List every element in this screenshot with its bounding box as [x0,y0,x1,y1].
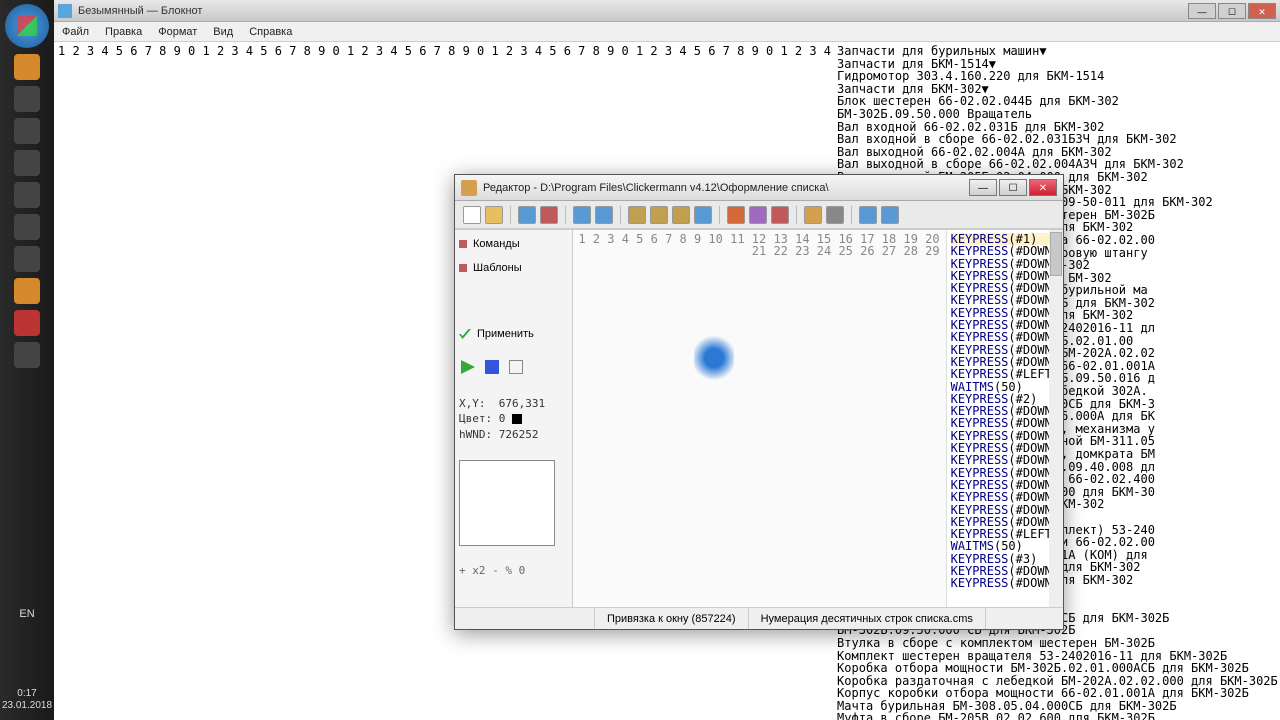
taskbar-icon[interactable] [14,310,40,336]
taskbar-icon[interactable] [14,214,40,240]
notepad-icon [58,4,72,18]
goto-button[interactable] [727,206,745,224]
clickermann-sidebar: Команды Шаблоны Применить X,Y: 676,331 Ц… [455,230,573,607]
close-button[interactable]: ✕ [1248,3,1276,19]
pin-button[interactable] [804,206,822,224]
taskbar-icon[interactable] [14,54,40,80]
clear-button[interactable] [771,206,789,224]
help-button[interactable] [881,206,899,224]
undo-button[interactable] [573,206,591,224]
copy-button[interactable] [650,206,668,224]
new-button[interactable] [463,206,481,224]
bullet-icon [459,264,467,272]
script-content[interactable]: KEYPRESS(#1) KEYPRESS(#DOWN) KEYPRESS(#D… [947,230,1063,607]
open-button[interactable] [485,206,503,224]
maximize-button[interactable]: ☐ [999,179,1027,196]
clickermann-editor-window: Редактор - D:\Program Files\Clickermann … [454,174,1064,630]
clickermann-icon [461,180,477,196]
menu-Правка[interactable]: Правка [105,26,142,38]
saveall-button[interactable] [540,206,558,224]
start-button[interactable] [5,4,49,48]
status-filename: Нумерация десятичных строк списка.cms [749,608,986,629]
clickermann-title: Редактор - D:\Program Files\Clickermann … [483,182,967,194]
templates-item[interactable]: Шаблоны [459,262,568,274]
cut-button[interactable] [628,206,646,224]
clickermann-statusbar: Привязка к окну (857224) Нумерация десят… [455,607,1063,629]
menu-Справка[interactable]: Справка [249,26,292,38]
save-button[interactable] [518,206,536,224]
script-line-numbers: 1 2 3 4 5 6 7 8 9 10 11 12 13 14 15 16 1… [573,230,947,607]
clickermann-toolbar [455,201,1063,229]
windows-taskbar: EN 0:17 23.01.2018 [0,0,54,720]
find-button[interactable] [694,206,712,224]
scrollbar-thumb[interactable] [1050,232,1062,276]
taskbar-icon[interactable] [14,246,40,272]
apply-button[interactable]: Применить [459,328,568,340]
redo-button[interactable] [595,206,613,224]
menu-Вид[interactable]: Вид [213,26,233,38]
play-button[interactable] [461,360,475,374]
taskbar-icon[interactable] [14,150,40,176]
pixel-preview [459,460,555,546]
bookmark-button[interactable] [749,206,767,224]
script-editor[interactable]: 1 2 3 4 5 6 7 8 9 10 11 12 13 14 15 16 1… [573,230,1063,607]
paste-button[interactable] [672,206,690,224]
commands-item[interactable]: Команды [459,238,568,250]
notepad-titlebar[interactable]: Безымянный — Блокнот — ☐ ✕ [54,0,1280,22]
minimize-button[interactable]: — [969,179,997,196]
clickermann-titlebar[interactable]: Редактор - D:\Program Files\Clickermann … [455,175,1063,201]
taskbar-icon[interactable] [14,278,40,304]
bullet-icon [459,240,467,248]
stop-button[interactable] [485,360,499,374]
check-icon [459,329,471,339]
minimize-button[interactable]: — [1188,3,1216,19]
zoom-controls[interactable]: + x2 - % 0 [459,564,568,577]
cursor-info: X,Y: 676,331 Цвет: 0 hWND: 726252 [459,396,568,442]
taskbar-icon[interactable] [14,342,40,368]
maximize-button[interactable]: ☐ [1218,3,1246,19]
scrollbar[interactable] [1049,230,1063,607]
notepad-menubar: Файл Правка Формат Вид Справка [54,22,1280,42]
record-button[interactable] [509,360,523,374]
taskbar-icon[interactable] [14,182,40,208]
eye-button[interactable] [859,206,877,224]
menu-Формат[interactable]: Формат [158,26,197,38]
lock-button[interactable] [826,206,844,224]
taskbar-icon[interactable] [14,86,40,112]
menu-Файл[interactable]: Файл [62,26,89,38]
close-button[interactable]: ✕ [1029,179,1057,196]
status-window-bind: Привязка к окну (857224) [595,608,749,629]
taskbar-icon[interactable] [14,118,40,144]
language-indicator[interactable]: EN [0,608,54,620]
system-clock[interactable]: 0:17 23.01.2018 [0,688,54,712]
notepad-title: Безымянный — Блокнот [78,5,1186,17]
